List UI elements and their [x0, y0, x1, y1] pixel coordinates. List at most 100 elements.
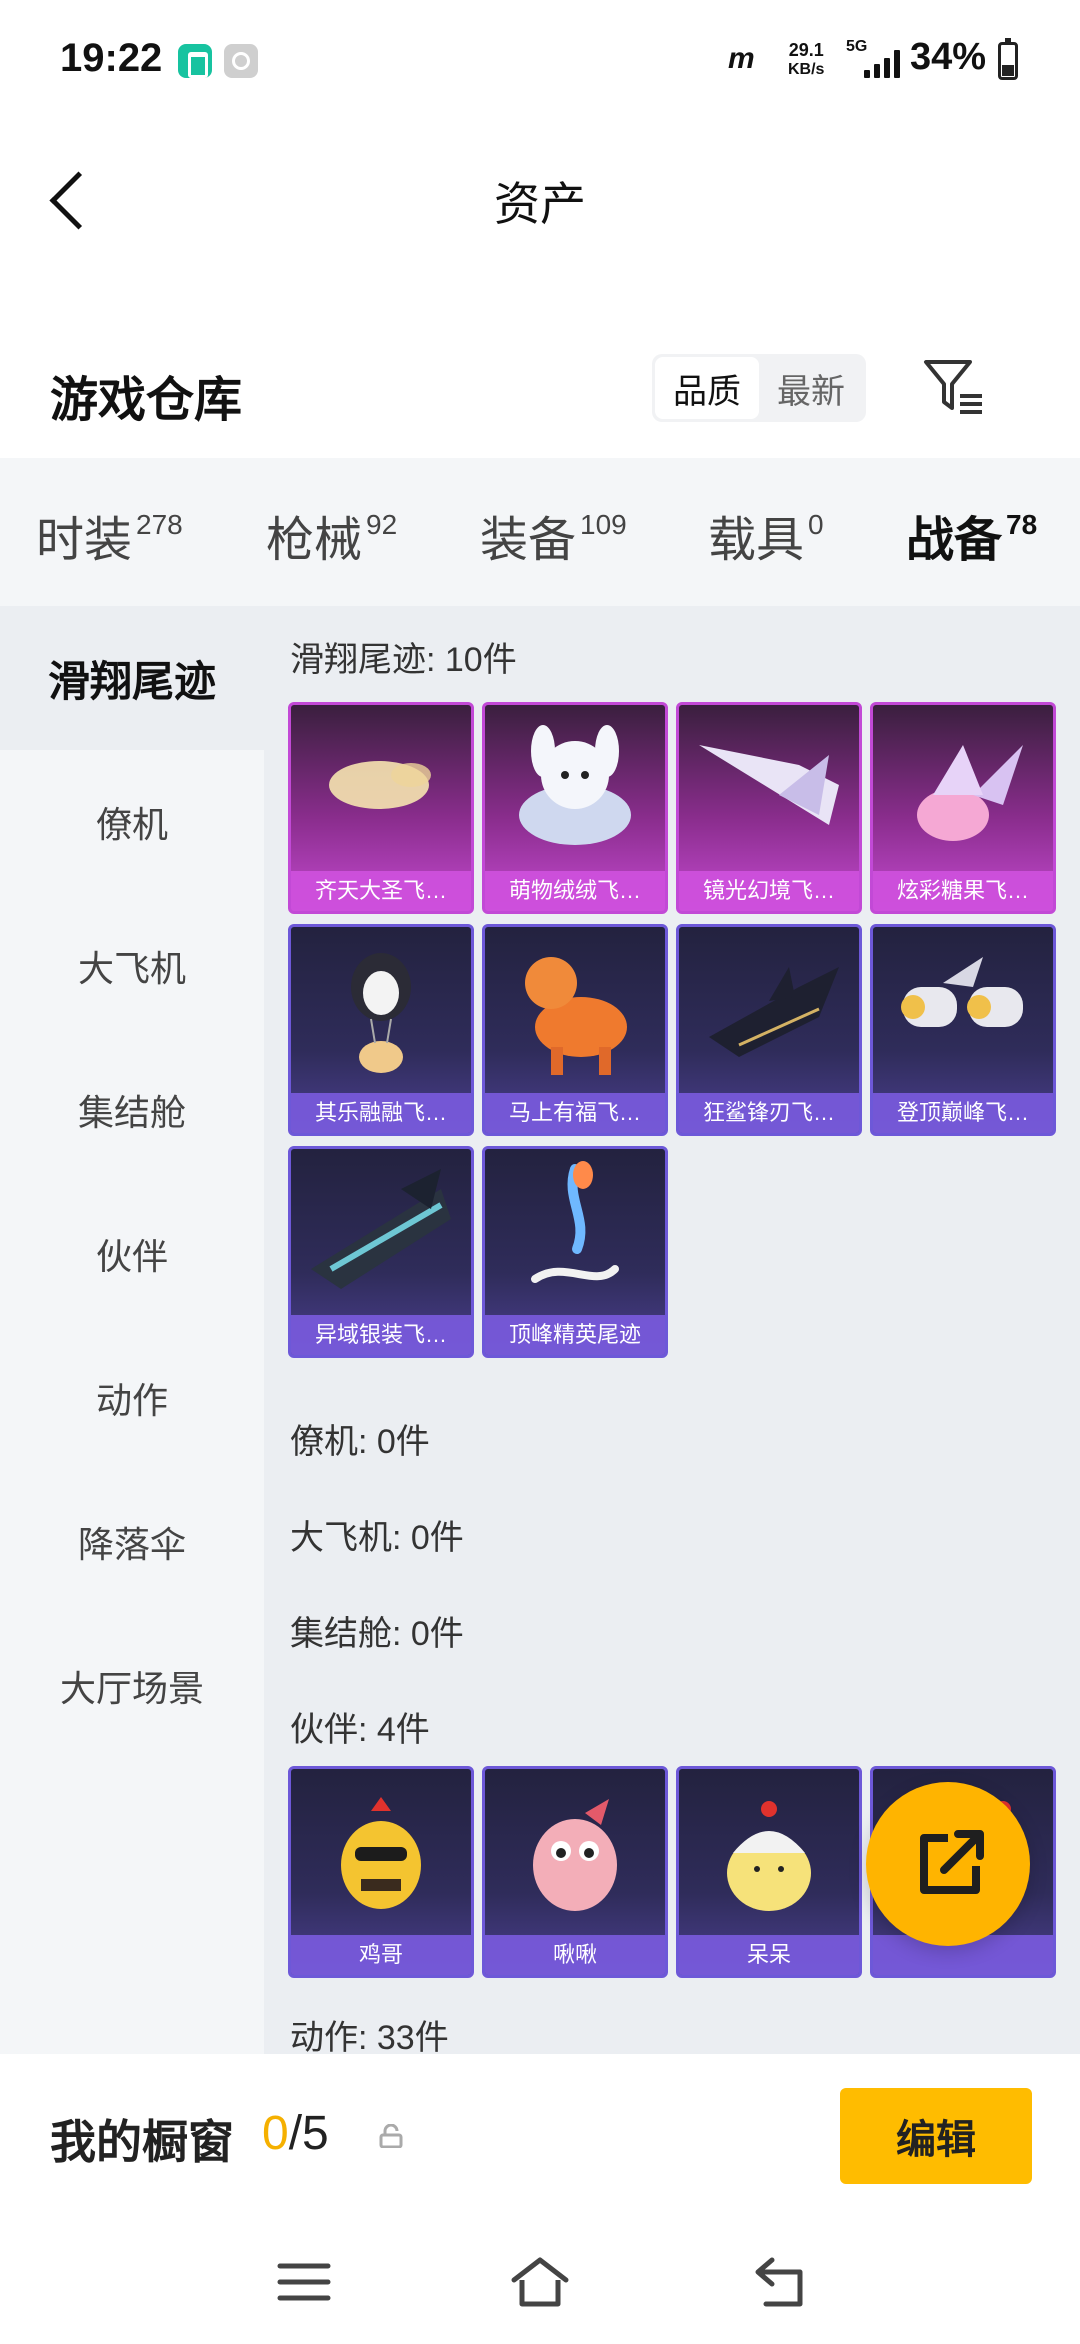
sidebar-item-wingman[interactable]: 僚机	[0, 750, 264, 894]
group-label-partner: 伙伴: 4件	[290, 1711, 430, 1749]
status-time: 19:22	[60, 36, 163, 80]
item-card[interactable]: 鸡哥	[288, 1766, 474, 1978]
speed-unit: KB/s	[788, 61, 825, 78]
showcase-current: 0	[262, 2107, 289, 2160]
item-label: 其乐融融飞…	[291, 1093, 471, 1133]
item-label: 马上有福飞…	[485, 1093, 665, 1133]
sort-quality-button[interactable]: 品质	[655, 357, 759, 419]
back-nav-button[interactable]	[750, 2254, 810, 2310]
home-button[interactable]	[510, 2254, 570, 2310]
item-card[interactable]: 其乐融融飞…	[288, 924, 474, 1136]
sidebar-item-glide-trail[interactable]: 滑翔尾迹	[0, 606, 264, 750]
category-tabs: 时装 278 枪械 92 装备 109 载具 0 战备 78	[0, 458, 1080, 618]
item-label: 齐天大圣飞…	[291, 871, 471, 911]
item-card[interactable]: 顶峰精英尾迹	[482, 1146, 668, 1358]
item-label: 呆呆	[679, 1935, 859, 1975]
jet-pack-icon	[901, 957, 1023, 1027]
smoke-trail-icon	[531, 1161, 619, 1283]
item-label: 狂鲨锋刃飞…	[679, 1093, 859, 1133]
tab-label: 战备	[906, 514, 1003, 567]
tab-guns[interactable]: 枪械 92	[266, 500, 397, 570]
signal-icon	[864, 48, 904, 78]
tab-readiness[interactable]: 战备 78	[906, 500, 1038, 618]
tab-count: 78	[1006, 509, 1038, 540]
group-label-wingman: 僚机: 0件	[290, 1423, 430, 1461]
cloud-trail-icon	[329, 761, 431, 809]
group-label-capsule: 集结舱: 0件	[290, 1615, 464, 1653]
sidebar-item-lobby-scene[interactable]: 大厅场景	[0, 1614, 264, 1758]
tab-fashion[interactable]: 时装 278	[36, 500, 183, 570]
battery-icon	[998, 38, 1018, 80]
item-card[interactable]: 萌物绒绒飞…	[482, 702, 668, 914]
share-button[interactable]	[866, 1782, 1030, 1946]
toy-horse-icon	[525, 957, 627, 1075]
tab-count: 278	[136, 509, 183, 540]
network-speed: 29.1 KB/s	[788, 40, 824, 80]
sort-toggle: 品质 最新	[652, 354, 866, 422]
battery-text: 34%	[910, 36, 987, 78]
showcase-bar: 我的橱窗 0/5 编辑	[0, 2054, 1080, 2214]
chick-icon	[727, 1801, 811, 1911]
item-label: 异域银装飞…	[291, 1315, 471, 1355]
sidebar-item-big-plane[interactable]: 大飞机	[0, 894, 264, 1038]
speed-value: 29.1	[788, 40, 824, 60]
tab-count: 109	[580, 509, 627, 540]
item-card[interactable]: 炫彩糖果飞…	[870, 702, 1056, 914]
item-card[interactable]: 异域银装飞…	[288, 1146, 474, 1358]
group-label-glide: 滑翔尾迹: 10件	[290, 641, 517, 679]
tab-vehicles[interactable]: 载具 0	[708, 500, 824, 570]
tab-count: 0	[808, 509, 824, 540]
menu-icon	[277, 2263, 331, 2301]
app-notification-icon	[178, 44, 212, 78]
filter-icon	[924, 360, 982, 414]
sidebar-item-capsule[interactable]: 集结舱	[0, 1038, 264, 1182]
plush-bunny-icon	[519, 725, 631, 845]
sidebar: 滑翔尾迹 僚机 大飞机 集结舱 伙伴 动作 降落伞 大厅场景	[0, 606, 264, 2054]
group-label-action: 动作: 33件	[290, 2019, 449, 2054]
sidebar-item-parachute[interactable]: 降落伞	[0, 1470, 264, 1614]
tab-label: 装备	[480, 514, 577, 567]
item-card[interactable]: 齐天大圣飞…	[288, 702, 474, 914]
item-card[interactable]: 登顶巅峰飞…	[870, 924, 1056, 1136]
menu-button[interactable]	[274, 2254, 334, 2310]
filter-button[interactable]	[922, 356, 988, 418]
edit-button[interactable]: 编辑	[840, 2088, 1032, 2184]
group-label-big-plane: 大飞机: 0件	[290, 1519, 464, 1557]
item-label: 镜光幻境飞…	[679, 871, 859, 911]
page-title: 资产	[494, 178, 586, 230]
home-icon	[511, 2257, 569, 2307]
warehouse-title: 游戏仓库	[50, 374, 243, 427]
pink-bird-icon	[533, 1799, 617, 1911]
shark-icon	[709, 967, 839, 1057]
item-label: 炫彩糖果飞…	[873, 871, 1053, 911]
item-label: 啾啾	[485, 1935, 665, 1975]
item-label: 萌物绒绒飞…	[485, 871, 665, 911]
candy-icon	[917, 745, 1023, 841]
back-icon	[755, 2257, 803, 2307]
tab-equipment[interactable]: 装备 109	[480, 500, 627, 570]
crystal-wing-icon	[699, 745, 839, 825]
showcase-total: /5	[288, 2107, 329, 2160]
share-icon	[920, 1830, 984, 1894]
sidebar-item-action[interactable]: 动作	[0, 1326, 264, 1470]
tab-label: 时装	[36, 514, 133, 567]
settings-notification-icon	[224, 44, 258, 78]
system-nav-bar	[0, 2214, 1080, 2344]
showcase-count: 0/5	[262, 2106, 329, 2161]
chicken-sunglasses-icon	[341, 1797, 421, 1909]
item-label: 鸡哥	[291, 1935, 471, 1975]
item-card[interactable]: 狂鲨锋刃飞…	[676, 924, 862, 1136]
sort-newest-button[interactable]: 最新	[759, 357, 863, 419]
tab-label: 枪械	[266, 514, 363, 567]
status-bar: 19:22 m 29.1 KB/s 5G 34%	[0, 0, 1080, 120]
penguin-balloon-icon	[351, 953, 411, 1073]
item-label: 顶峰精英尾迹	[485, 1315, 665, 1355]
item-card[interactable]: 马上有福飞…	[482, 924, 668, 1136]
tab-label: 载具	[708, 514, 805, 567]
item-card[interactable]: 呆呆	[676, 1766, 862, 1978]
item-card[interactable]: 啾啾	[482, 1766, 668, 1978]
lock-icon	[379, 2124, 403, 2148]
item-card[interactable]: 镜光幻境飞…	[676, 702, 862, 914]
mech-wing-icon	[311, 1169, 451, 1289]
sidebar-item-partner[interactable]: 伙伴	[0, 1182, 264, 1326]
